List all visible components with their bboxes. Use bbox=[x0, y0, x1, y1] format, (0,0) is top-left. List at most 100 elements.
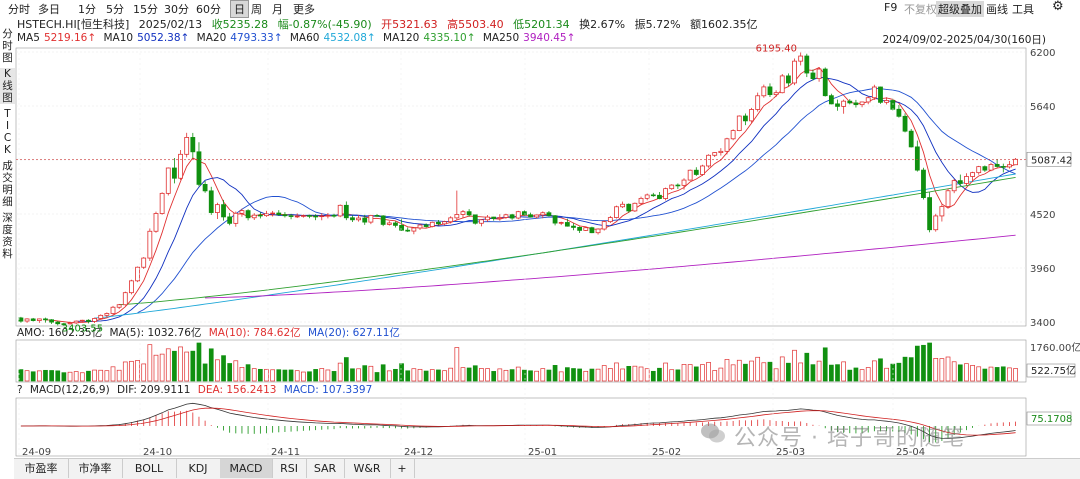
candle-body bbox=[227, 216, 233, 224]
candle-body bbox=[411, 227, 417, 232]
indicator-tab[interactable]: SAR bbox=[306, 459, 345, 478]
volume-bar bbox=[159, 353, 165, 382]
candle-body bbox=[190, 137, 196, 153]
indicator-tab[interactable]: RSI bbox=[272, 459, 307, 478]
indicator-tab[interactable]: 市净率 bbox=[68, 459, 123, 478]
volume-bar bbox=[970, 365, 975, 382]
candle-body bbox=[601, 221, 607, 230]
volume-bar bbox=[67, 371, 73, 382]
candle-body bbox=[221, 204, 226, 218]
candle-body bbox=[429, 221, 435, 227]
ma60-line bbox=[94, 173, 1016, 319]
candle-body bbox=[976, 166, 982, 174]
candle-body bbox=[552, 215, 558, 224]
volume-bar bbox=[921, 344, 926, 382]
volume-bar bbox=[798, 362, 804, 382]
indicator-tab[interactable]: MACD bbox=[220, 459, 273, 478]
candle-body bbox=[706, 154, 711, 167]
volume-bar bbox=[110, 366, 116, 382]
current-price-label: 5087.42 bbox=[1031, 155, 1072, 166]
candle-body bbox=[736, 115, 742, 131]
volume-bar bbox=[258, 368, 263, 382]
candle-body bbox=[810, 72, 816, 80]
candle-body bbox=[18, 317, 24, 322]
volume-bar bbox=[337, 362, 343, 382]
candle-body bbox=[331, 214, 337, 217]
volume-bar bbox=[841, 361, 846, 382]
volume-bar bbox=[190, 350, 196, 382]
candle-body bbox=[43, 318, 48, 321]
candle-body bbox=[644, 194, 650, 199]
volume-bar bbox=[460, 367, 466, 382]
volume-bar bbox=[92, 369, 97, 382]
volume-bar bbox=[448, 367, 454, 382]
indicator-tab[interactable]: KDJ bbox=[176, 459, 221, 478]
candle-body bbox=[147, 230, 153, 259]
candle-body bbox=[964, 176, 969, 184]
candle-body bbox=[36, 318, 42, 321]
volume-bar bbox=[571, 368, 576, 382]
volume-bar bbox=[245, 364, 251, 382]
volume-bar bbox=[767, 361, 773, 382]
indicator-tab[interactable]: + bbox=[390, 459, 415, 478]
candle-body bbox=[632, 202, 638, 212]
volume-bar bbox=[927, 342, 932, 382]
candle-body bbox=[239, 210, 245, 214]
candle-body bbox=[994, 164, 1000, 167]
volume-bar bbox=[184, 351, 190, 382]
candle-body bbox=[454, 214, 460, 219]
indicator-tabs: 市盈率 市净率 BOLL KDJ MACD RSI SAR W&R + bbox=[14, 458, 1080, 479]
volume-bar bbox=[878, 358, 883, 382]
volume-bar bbox=[251, 368, 257, 382]
volume-bar bbox=[902, 356, 908, 382]
volume-bar bbox=[393, 368, 398, 382]
volume-bar bbox=[30, 371, 36, 382]
candle-body bbox=[257, 214, 263, 217]
volume-bar bbox=[1007, 367, 1012, 382]
candle-body bbox=[730, 130, 736, 140]
volume-bar bbox=[816, 360, 822, 382]
x-tick-label: 25-02 bbox=[652, 447, 681, 458]
ma120-line bbox=[119, 176, 1016, 306]
volume-bar bbox=[626, 366, 632, 382]
volume-bar bbox=[534, 370, 540, 382]
y-tick-label: 3400 bbox=[1030, 318, 1055, 329]
volume-bar bbox=[528, 370, 533, 382]
indicator-tab[interactable]: W&R bbox=[344, 459, 391, 478]
volume-axis-top: 1760.00亿 bbox=[1030, 341, 1080, 354]
candlestick-chart[interactable]: 6200564050804520396034006195.403403.5550… bbox=[0, 0, 1080, 458]
candle-body bbox=[30, 318, 36, 321]
wechat-icon bbox=[701, 423, 725, 443]
ma10-line bbox=[76, 76, 1016, 322]
volume-bar bbox=[565, 367, 570, 382]
candle-body bbox=[55, 321, 61, 325]
candle-body bbox=[687, 169, 693, 181]
volume-bar bbox=[479, 368, 484, 382]
candle-body bbox=[571, 225, 576, 228]
candle-body bbox=[1007, 164, 1012, 168]
candle-body bbox=[251, 214, 257, 219]
volume-bar bbox=[49, 370, 54, 382]
candle-body bbox=[479, 219, 484, 224]
volume-bar bbox=[994, 367, 1000, 382]
candle-body bbox=[135, 266, 140, 282]
indicator-tab[interactable]: BOLL bbox=[122, 459, 177, 478]
candle-body bbox=[749, 109, 754, 122]
volume-bar bbox=[700, 364, 705, 382]
volume-bar bbox=[884, 367, 889, 382]
candle-body bbox=[436, 221, 441, 225]
candle-body bbox=[485, 216, 490, 221]
volume-bar bbox=[491, 371, 497, 382]
candle-body bbox=[214, 204, 220, 213]
candle-body bbox=[491, 216, 497, 219]
volume-bar bbox=[368, 365, 374, 382]
volume-bar bbox=[522, 369, 527, 382]
volume-bar bbox=[165, 348, 171, 382]
indicator-tab[interactable]: 市盈率 bbox=[14, 459, 69, 478]
candle-body bbox=[497, 217, 503, 219]
volume-bar bbox=[270, 369, 275, 382]
volume-bar bbox=[208, 348, 214, 382]
volume-bar bbox=[497, 368, 503, 382]
candle-body bbox=[49, 319, 55, 323]
candle-body bbox=[202, 183, 208, 192]
